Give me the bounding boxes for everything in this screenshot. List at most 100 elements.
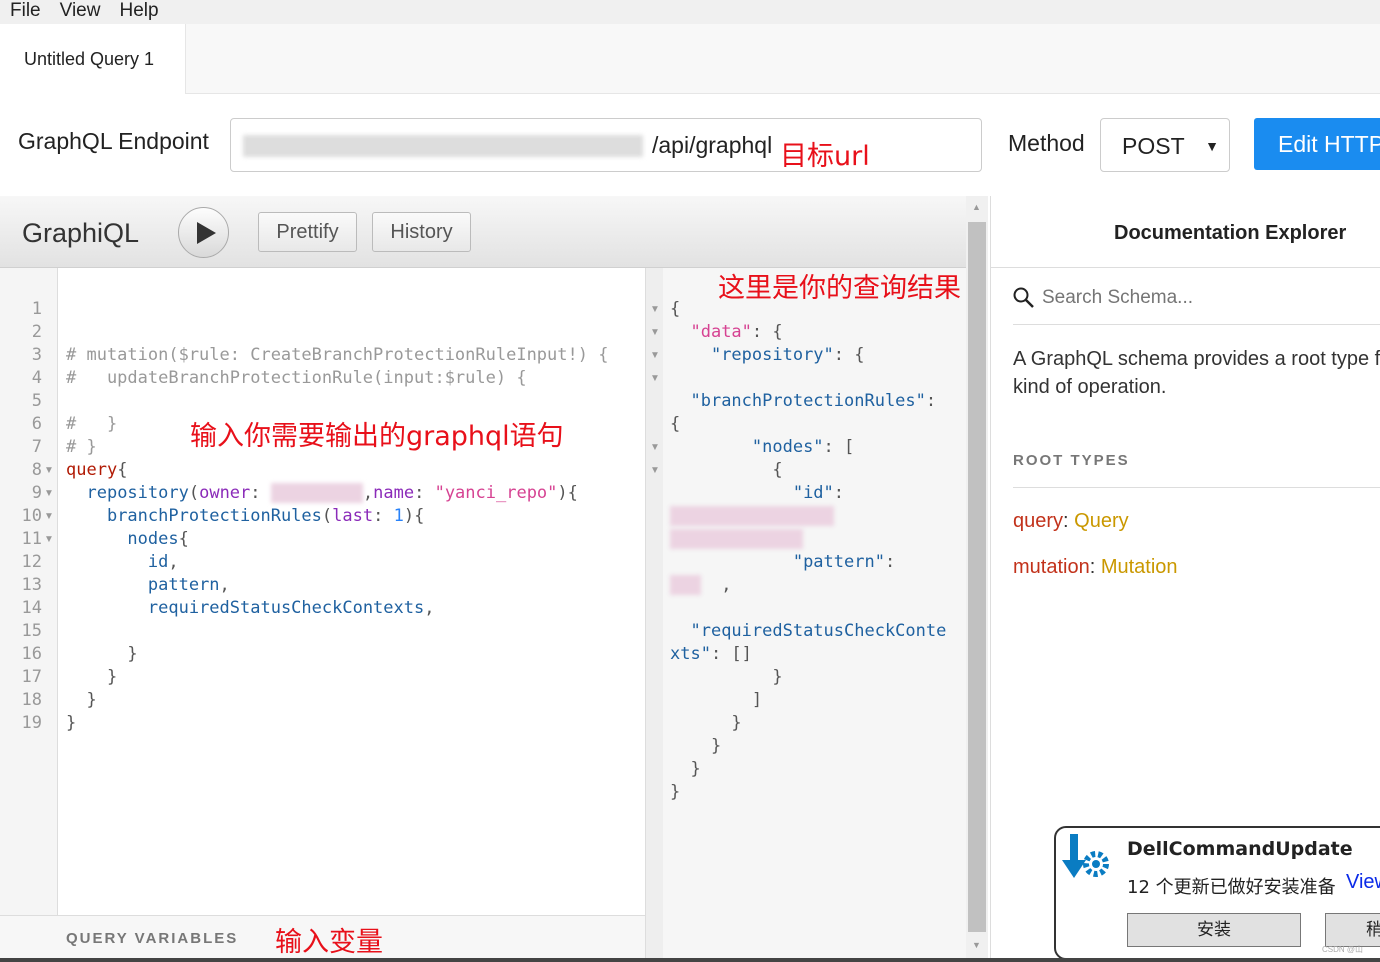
- fold-arrow-icon[interactable]: ▼: [650, 344, 660, 367]
- later-button[interactable]: 稍: [1325, 913, 1380, 947]
- code-line: }: [66, 643, 608, 666]
- fold-arrow-icon[interactable]: ▼: [44, 528, 54, 551]
- history-button[interactable]: History: [372, 212, 471, 252]
- root-type-mutation[interactable]: mutation: Mutation: [1013, 556, 1178, 579]
- method-label: Method: [1008, 130, 1085, 156]
- fold-arrow-icon[interactable]: ▼: [650, 459, 660, 482]
- code-token: }: [670, 759, 701, 779]
- search-schema-input[interactable]: [1042, 287, 1372, 309]
- code-token: (: [321, 506, 333, 526]
- menu-view[interactable]: View: [60, 0, 101, 24]
- root-type-query[interactable]: query: Query: [1013, 510, 1129, 533]
- code-token: query: [66, 460, 118, 480]
- fold-arrow-icon[interactable]: ▼: [650, 321, 660, 344]
- watermark: CSDN @山: [1322, 945, 1364, 954]
- toast-message: 12 个更新已做好安装准备: [1127, 877, 1336, 898]
- code-token: ){: [403, 506, 425, 526]
- code-line: "branchProtectionRules":: [670, 390, 946, 413]
- menu-help[interactable]: Help: [119, 0, 158, 24]
- line-number: 19: [21, 713, 42, 733]
- toast-view-link[interactable]: View: [1346, 871, 1380, 894]
- fold-arrow-icon[interactable]: ▼: [650, 436, 660, 459]
- query-editor[interactable]: # mutation($rule: CreateBranchProtection…: [66, 298, 608, 735]
- code-line: }: [670, 712, 946, 735]
- code-token: : [: [823, 437, 855, 457]
- result-viewer: { "data": { "repository": { "branchProte…: [670, 298, 946, 804]
- prettify-button[interactable]: Prettify: [258, 212, 357, 252]
- code-line: }: [66, 689, 608, 712]
- code-token: ]: [670, 690, 763, 710]
- caret-down-icon: ▼: [1205, 138, 1219, 154]
- code-line: "data": {: [670, 321, 946, 344]
- fold-arrow-icon[interactable]: ▼: [650, 367, 660, 390]
- line-number: 15: [21, 621, 42, 641]
- code-token: nodes: [127, 529, 179, 549]
- code-token: # mutation($rule: CreateBranchProtection…: [66, 345, 609, 365]
- menu-file[interactable]: File: [10, 0, 41, 24]
- code-line: "pattern":: [670, 551, 946, 574]
- fold-arrow-icon[interactable]: ▼: [44, 482, 54, 505]
- code-token: ){: [557, 483, 578, 503]
- line-number: 18: [21, 690, 42, 710]
- query-variables-label[interactable]: QUERY VARIABLES: [66, 930, 238, 947]
- code-token: ,: [362, 483, 374, 503]
- method-select[interactable]: POST ▼: [1100, 118, 1230, 172]
- code-token: "requiredStatusCheckConte: [690, 621, 947, 641]
- code-token: :: [884, 552, 896, 572]
- code-token: : []: [710, 644, 752, 664]
- redacted-text: [270, 483, 363, 503]
- code-token: }: [66, 690, 97, 710]
- redacted-text: [670, 529, 804, 549]
- code-token: "data": [690, 322, 752, 342]
- code-line: "requiredStatusCheckConte: [670, 620, 946, 643]
- scroll-down-icon[interactable]: ▼: [972, 940, 981, 950]
- schema-description: A GraphQL schema provides a root type fo…: [1013, 348, 1380, 398]
- results-annotation: 这里是你的查询结果: [718, 273, 961, 304]
- code-line: {: [670, 459, 946, 482]
- line-number: 10: [21, 506, 42, 526]
- code-token: {: [117, 460, 128, 480]
- code-line: pattern,: [66, 574, 608, 597]
- code-line: branchProtectionRules(last: 1){: [66, 505, 608, 528]
- line-number: 3: [31, 345, 42, 365]
- fold-arrow-icon[interactable]: ▼: [650, 298, 660, 321]
- code-token: :: [833, 483, 845, 503]
- fold-arrow-icon[interactable]: ▼: [44, 459, 54, 482]
- code-token: : {: [833, 345, 865, 365]
- install-button[interactable]: 安装: [1127, 913, 1301, 947]
- execute-query-button[interactable]: [178, 207, 229, 258]
- line-number: 16: [21, 644, 42, 664]
- code-token: ,: [219, 575, 230, 595]
- scrollbar-thumb[interactable]: [968, 222, 986, 932]
- code-line: # mutation($rule: CreateBranchProtection…: [66, 344, 608, 367]
- tab-untitled-query[interactable]: Untitled Query 1: [0, 24, 186, 94]
- scroll-up-icon[interactable]: ▲: [972, 202, 981, 212]
- code-line: xts": []: [670, 643, 946, 666]
- fold-arrow-icon[interactable]: ▼: [44, 505, 54, 528]
- code-token: "yanci_repo": [434, 483, 558, 503]
- line-number: 1: [31, 299, 42, 319]
- line-number: 11: [21, 529, 42, 549]
- code-token: name: [373, 483, 415, 503]
- query-annotation: 输入你需要输出的graphql语句: [190, 421, 564, 452]
- code-line: nodes{: [66, 528, 608, 551]
- code-token: "pattern": [792, 552, 885, 572]
- code-line: # updateBranchProtectionRule(input:$rule…: [66, 367, 608, 390]
- code-token: branchProtectionRules: [106, 506, 322, 526]
- edit-http-headers-button[interactable]: Edit HTTP: [1254, 118, 1380, 170]
- code-token: }: [670, 736, 722, 756]
- code-token: }: [66, 713, 77, 733]
- code-line: repository(owner: ,name: "yanci_repo"){: [66, 482, 608, 505]
- line-number: 13: [21, 575, 42, 595]
